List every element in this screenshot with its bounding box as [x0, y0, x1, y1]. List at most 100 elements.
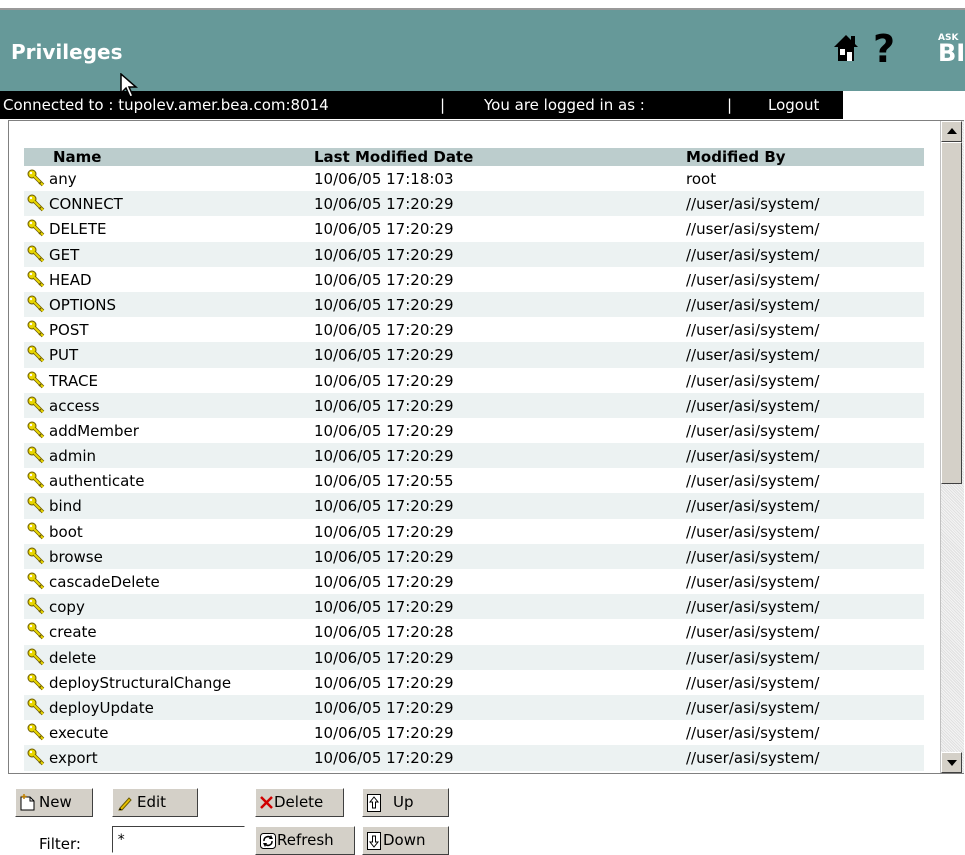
- table-row[interactable]: HEAD 10/06/05 17:20:29 //user/asi/system…: [24, 267, 924, 292]
- new-button[interactable]: New: [15, 788, 93, 817]
- modified-by: //user/asi/system/: [686, 472, 820, 491]
- up-button-label: Up: [393, 793, 414, 811]
- column-header-modified-by[interactable]: Modified By: [686, 148, 786, 166]
- privilege-name: create: [49, 623, 97, 642]
- table-row[interactable]: POST 10/06/05 17:20:29 //user/asi/system…: [24, 317, 924, 342]
- status-separator: |: [440, 96, 446, 114]
- privilege-name: execute: [49, 724, 109, 743]
- modified-by: //user/asi/system/: [686, 270, 820, 289]
- refresh-button[interactable]: Refresh: [255, 826, 355, 855]
- key-icon: [27, 421, 45, 439]
- delete-button-label: Delete: [274, 793, 324, 811]
- last-modified-date: 10/06/05 17:20:29: [314, 724, 454, 743]
- logged-in-as-text: You are logged in as :: [484, 96, 645, 114]
- last-modified-date: 10/06/05 17:20:29: [314, 648, 454, 667]
- table-row[interactable]: cascadeDelete 10/06/05 17:20:29 //user/a…: [24, 569, 924, 594]
- table-row[interactable]: deployStructuralChange 10/06/05 17:20:29…: [24, 670, 924, 695]
- scroll-down-button[interactable]: [941, 752, 962, 773]
- privilege-name: any: [49, 170, 77, 188]
- table-row[interactable]: CONNECT 10/06/05 17:20:29 //user/asi/sys…: [24, 191, 924, 217]
- privilege-name: PUT: [49, 346, 79, 365]
- privilege-name: boot: [49, 522, 83, 541]
- key-icon: [27, 194, 45, 212]
- table-row[interactable]: PUT 10/06/05 17:20:29 //user/asi/system/: [24, 342, 924, 368]
- connected-to-text: Connected to : tupolev.amer.bea.com:8014: [3, 96, 329, 114]
- move-up-button[interactable]: Up: [362, 788, 449, 817]
- modified-by: //user/asi/system/: [686, 648, 820, 667]
- key-icon: [27, 471, 45, 489]
- table-row[interactable]: OPTIONS 10/06/05 17:20:29 //user/asi/sys…: [24, 291, 924, 318]
- key-icon: [27, 345, 45, 363]
- last-modified-date: 10/06/05 17:20:29: [314, 421, 454, 440]
- table-row[interactable]: admin 10/06/05 17:20:29 //user/asi/syste…: [24, 443, 924, 469]
- table-row[interactable]: any 10/06/05 17:18:03 root: [24, 166, 924, 191]
- privilege-name: CONNECT: [49, 195, 123, 214]
- key-icon: [27, 748, 45, 766]
- new-document-icon: [20, 794, 35, 811]
- privilege-name: OPTIONS: [49, 295, 116, 314]
- table-row[interactable]: execute 10/06/05 17:20:29 //user/asi/sys…: [24, 720, 924, 745]
- table-header-row: Name Last Modified Date Modified By: [24, 148, 924, 166]
- key-icon: [27, 295, 45, 313]
- filter-input[interactable]: [112, 826, 245, 853]
- home-icon[interactable]: [833, 34, 859, 66]
- table-row[interactable]: access 10/06/05 17:20:29 //user/asi/syst…: [24, 392, 924, 418]
- modified-by: //user/asi/system/: [686, 749, 820, 768]
- edit-button[interactable]: Edit: [112, 788, 198, 817]
- last-modified-date: 10/06/05 17:20:29: [314, 245, 454, 264]
- modified-by: //user/asi/system/: [686, 673, 820, 692]
- last-modified-date: 10/06/05 17:20:29: [314, 573, 454, 591]
- column-header-last-modified[interactable]: Last Modified Date: [314, 148, 473, 166]
- arrow-down-icon: [367, 831, 381, 850]
- move-down-button[interactable]: Down: [362, 826, 449, 855]
- help-icon[interactable]: ?: [873, 30, 895, 68]
- table-row[interactable]: authenticate 10/06/05 17:20:55 //user/as…: [24, 468, 924, 493]
- privilege-name: deployStructuralChange: [49, 673, 232, 692]
- modified-by: //user/asi/system/: [686, 623, 820, 642]
- key-icon: [27, 648, 45, 665]
- privilege-name: HEAD: [49, 270, 92, 289]
- modified-by: //user/asi/system/: [686, 220, 820, 239]
- modified-by: //user/asi/system/: [686, 371, 820, 390]
- last-modified-date: 10/06/05 17:20:29: [314, 698, 454, 717]
- logout-link[interactable]: Logout: [768, 91, 819, 119]
- privilege-name: delete: [49, 648, 97, 667]
- table-row[interactable]: copy 10/06/05 17:20:29 //user/asi/system…: [24, 594, 924, 620]
- table-row[interactable]: bind 10/06/05 17:20:29 //user/asi/system…: [24, 493, 924, 519]
- last-modified-date: 10/06/05 17:20:29: [314, 371, 454, 390]
- table-row[interactable]: create 10/06/05 17:20:28 //user/asi/syst…: [24, 619, 924, 644]
- scrollbar-thumb[interactable]: [941, 142, 962, 484]
- scroll-up-button[interactable]: [941, 121, 962, 142]
- modified-by: //user/asi/system/: [686, 321, 820, 340]
- table-row[interactable]: addMember 10/06/05 17:20:29 //user/asi/s…: [24, 418, 924, 443]
- table-row[interactable]: export 10/06/05 17:20:29 //user/asi/syst…: [24, 745, 924, 771]
- last-modified-date: 10/06/05 17:20:29: [314, 522, 454, 541]
- table-row[interactable]: GET 10/06/05 17:20:29 //user/asi/system/: [24, 241, 924, 267]
- key-icon: [27, 169, 45, 187]
- key-icon: [27, 522, 45, 539]
- column-header-name[interactable]: Name: [53, 148, 101, 166]
- table-row[interactable]: TRACE 10/06/05 17:20:29 //user/asi/syste…: [24, 368, 924, 393]
- key-icon: [27, 320, 45, 338]
- privilege-name: POST: [49, 321, 89, 340]
- table-row[interactable]: deployUpdate 10/06/05 17:20:29 //user/as…: [24, 694, 924, 721]
- new-button-label: New: [39, 793, 72, 811]
- last-modified-date: 10/06/05 17:20:29: [314, 447, 454, 466]
- table-row[interactable]: browse 10/06/05 17:20:29 //user/asi/syst…: [24, 543, 924, 569]
- key-icon: [27, 496, 45, 514]
- status-separator: |: [727, 96, 733, 114]
- privilege-name: DELETE: [49, 220, 107, 239]
- table-row[interactable]: boot 10/06/05 17:20:29 //user/asi/system…: [24, 519, 924, 544]
- vertical-scrollbar[interactable]: [940, 121, 964, 773]
- modified-by: //user/asi/system/: [686, 346, 820, 365]
- modified-by: //user/asi/system/: [686, 195, 820, 214]
- privilege-name: access: [49, 396, 100, 415]
- scroll-up-arrow-icon: [947, 128, 957, 134]
- table-row[interactable]: delete 10/06/05 17:20:29 //user/asi/syst…: [24, 644, 924, 670]
- delete-button[interactable]: Delete: [255, 788, 344, 817]
- modified-by: //user/asi/system/: [686, 396, 820, 415]
- table-row[interactable]: DELETE 10/06/05 17:20:29 //user/asi/syst…: [24, 216, 924, 241]
- modified-by: //user/asi/system/: [686, 245, 820, 264]
- modified-by: root: [686, 170, 717, 188]
- last-modified-date: 10/06/05 17:20:29: [314, 396, 454, 415]
